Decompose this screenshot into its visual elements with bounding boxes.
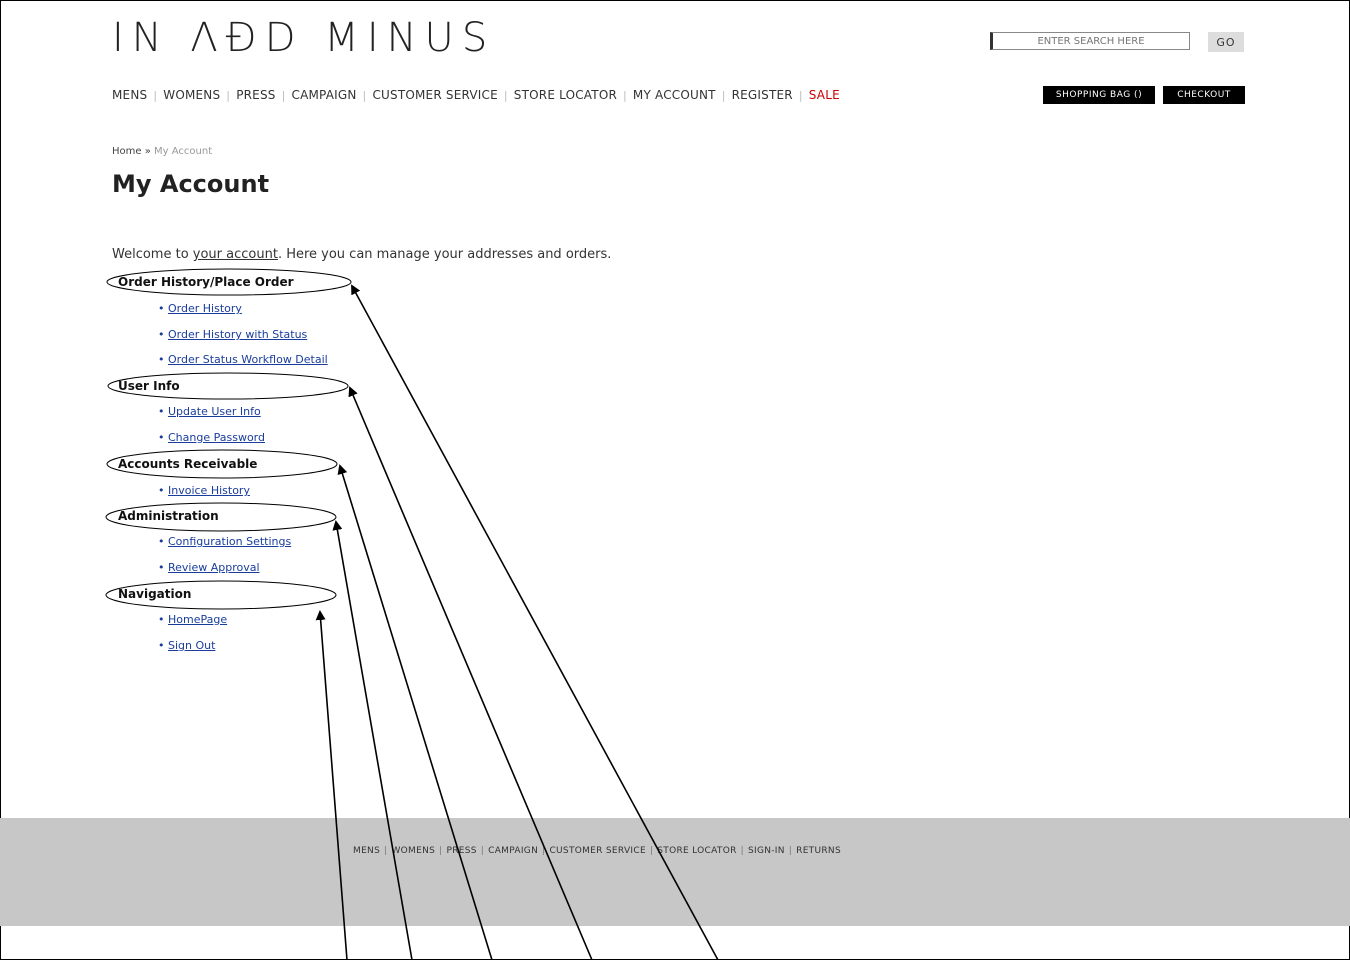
nav-item-womens[interactable]: WOMENS: [163, 88, 220, 102]
nav-separator: |: [362, 89, 367, 102]
page-frame: [0, 0, 1350, 960]
nav-separator: |: [721, 89, 726, 102]
welcome-text: Welcome to your account. Here you can ma…: [112, 247, 611, 262]
link-configuration-settings[interactable]: Configuration Settings: [158, 535, 291, 548]
link-homepage[interactable]: HomePage: [158, 613, 227, 626]
nav-item-register[interactable]: REGISTER: [732, 88, 793, 102]
section-title-navigation: Navigation: [118, 587, 192, 601]
link-update-user-info[interactable]: Update User Info: [158, 405, 261, 418]
footer-separator: |: [480, 846, 485, 856]
main-nav: MENS | WOMENS | PRESS | CAMPAIGN | CUSTOMER SERV…: [112, 88, 840, 104]
nav-item-sale[interactable]: SALE: [809, 88, 840, 102]
footer-item-returns[interactable]: RETURNS: [796, 846, 841, 856]
nav-item-customer-service[interactable]: CUSTOMER SERVICE: [372, 88, 497, 102]
footer-separator: |: [740, 846, 744, 856]
nav-item-store-locator[interactable]: STORE LOCATOR: [514, 88, 617, 102]
nav-separator: |: [153, 89, 158, 102]
footer-separator: |: [542, 846, 546, 856]
footer-bar: [0, 818, 1350, 926]
link-order-history[interactable]: Order History: [158, 302, 242, 315]
footer-item-sign-in[interactable]: SIGN-IN: [748, 846, 785, 856]
welcome-suffix: . Here you can manage your addresses and…: [277, 247, 612, 262]
link-invoice-history[interactable]: Invoice History: [158, 484, 250, 497]
search-input[interactable]: [990, 32, 1190, 50]
section-title-user-info: User Info: [118, 379, 180, 393]
breadcrumb-current: My Account: [154, 146, 213, 157]
breadcrumb: Home » My Account: [112, 146, 212, 157]
footer-item-campaign[interactable]: CAMPAIGN: [488, 846, 538, 856]
section-title-accounts-receivable: Accounts Receivable: [118, 457, 258, 471]
footer-nav: MENS | WOMENS | PRESS | CAMPAIGN | CUSTOMER SERV…: [353, 846, 841, 856]
nav-item-campaign[interactable]: CAMPAIGN: [292, 88, 357, 102]
section-title-administration: Administration: [118, 509, 219, 523]
nav-item-my-account[interactable]: MY ACCOUNT: [633, 88, 716, 102]
footer-separator: |: [788, 846, 793, 856]
footer-item-customer-service[interactable]: CUSTOMER SERVICE: [549, 846, 645, 856]
shopping-bag-button[interactable]: SHOPPING BAG (): [1043, 86, 1155, 104]
nav-separator: |: [798, 89, 803, 102]
brand-logo[interactable]: IN ΛÐD MINUS: [112, 18, 495, 58]
welcome-account-link[interactable]: your account: [193, 247, 278, 262]
footer-item-press[interactable]: PRESS: [446, 846, 476, 856]
page-title: My Account: [112, 170, 270, 198]
section-title-order-history: Order History/Place Order: [118, 275, 294, 289]
nav-item-press[interactable]: PRESS: [236, 88, 275, 102]
footer-separator: |: [649, 846, 654, 856]
footer-item-mens[interactable]: MENS: [353, 846, 380, 856]
link-review-approval[interactable]: Review Approval: [158, 561, 260, 574]
footer-item-store-locator[interactable]: STORE LOCATOR: [657, 846, 736, 856]
link-change-password[interactable]: Change Password: [158, 431, 265, 444]
footer-separator: |: [384, 846, 388, 856]
link-order-status-workflow[interactable]: Order Status Workflow Detail: [158, 353, 328, 366]
nav-separator: |: [623, 89, 627, 102]
footer-item-womens[interactable]: WOMENS: [391, 846, 435, 856]
nav-separator: |: [226, 89, 231, 102]
nav-separator: |: [281, 89, 286, 102]
welcome-prefix: Welcome to: [112, 247, 193, 262]
search-go-button[interactable]: GO: [1208, 32, 1244, 52]
link-order-history-status[interactable]: Order History with Status: [158, 328, 307, 341]
breadcrumb-separator: »: [144, 146, 151, 157]
link-sign-out[interactable]: Sign Out: [158, 639, 216, 652]
checkout-button[interactable]: CHECKOUT: [1163, 86, 1245, 104]
nav-item-mens[interactable]: MENS: [112, 88, 147, 102]
footer-separator: |: [439, 846, 443, 856]
nav-separator: |: [503, 89, 508, 102]
breadcrumb-home-link[interactable]: Home: [112, 146, 142, 157]
